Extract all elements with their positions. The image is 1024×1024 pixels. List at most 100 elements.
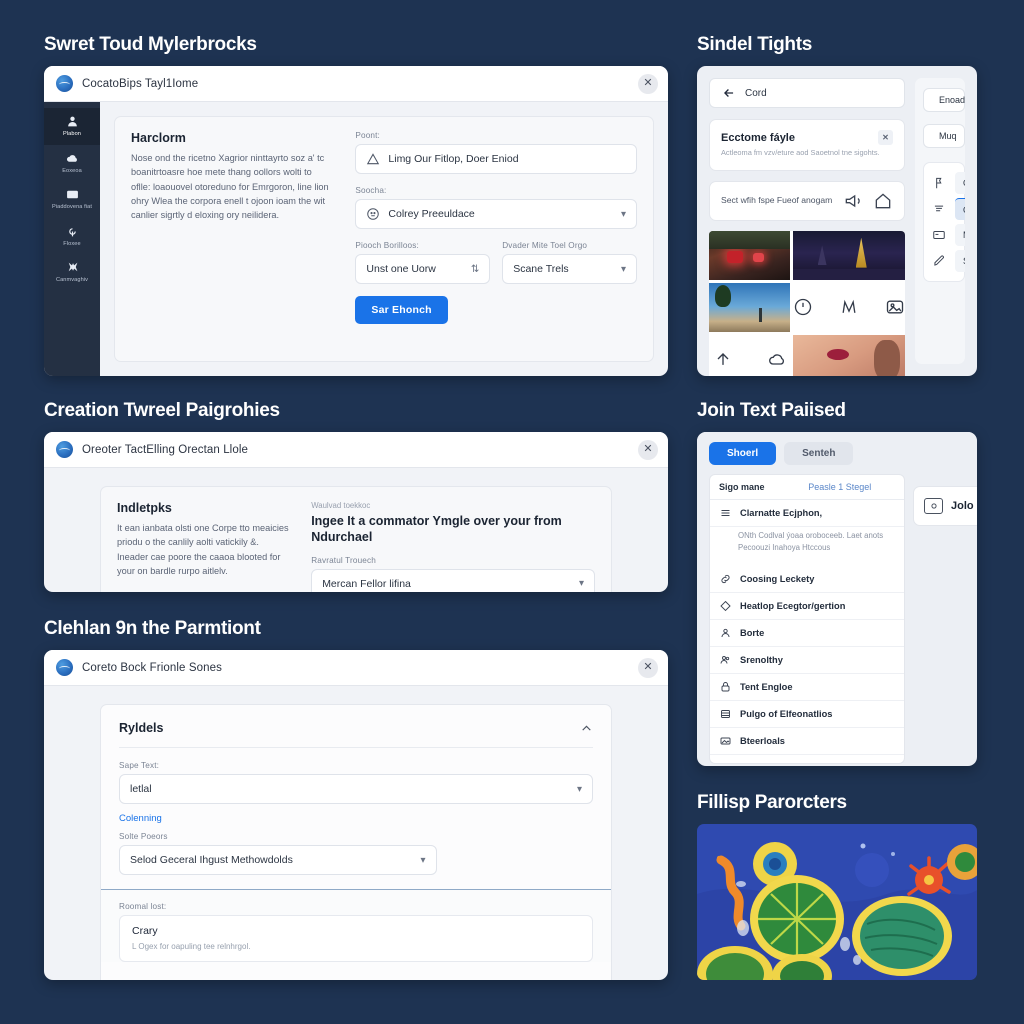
side-back-label: Muq bbox=[939, 131, 957, 141]
globe-icon bbox=[56, 441, 73, 458]
list-header-right[interactable]: Peasle 1 Stegel bbox=[799, 475, 880, 499]
list-item[interactable]: Bteerloals bbox=[710, 728, 904, 756]
select-sape-text[interactable]: letlal ▾ bbox=[119, 774, 593, 804]
side-menu-item-oa[interactable]: Oa bbox=[931, 196, 965, 222]
select-value: Scane Trels bbox=[513, 263, 569, 275]
list-item[interactable]: Pulgo of Elfeonatlios bbox=[710, 701, 904, 729]
block-heading: Harclorm bbox=[131, 131, 186, 145]
accordion-title: Ryldels bbox=[119, 721, 164, 735]
microscopy-artwork bbox=[697, 824, 977, 980]
upload-icon[interactable] bbox=[713, 349, 733, 369]
sidebar-item-floxee[interactable]: Floxee bbox=[44, 218, 100, 255]
cloud-icon[interactable] bbox=[767, 349, 787, 369]
refresh-label: Enoad bbox=[939, 95, 965, 105]
window-right-2: Shoerl Senteh Sigo mane Peasle 1 Stegel … bbox=[697, 432, 977, 766]
select-soocha[interactable]: Colrey Preeuldace ▾ bbox=[355, 199, 637, 229]
jolo-chip[interactable]: Jolo bbox=[913, 486, 977, 526]
sidebar-item-piaddovena[interactable]: Piaddovena fiat bbox=[44, 181, 100, 218]
tab-shoerl[interactable]: Shoerl bbox=[709, 442, 777, 465]
text-input-poont[interactable]: Limg Our Fitlop, Doer Eniod bbox=[355, 144, 637, 174]
panel2-surface: Indletpks It ean ianbata olsti one Corpe… bbox=[44, 468, 668, 592]
block-body: It ean ianbata olsti one Corpe tto meaic… bbox=[117, 523, 289, 576]
triangle-icon bbox=[367, 153, 380, 165]
window-panel-3: Coreto Bock Frionle Sones ✕ Ryldels Sape… bbox=[44, 650, 668, 980]
sidebar-item-plabon[interactable]: Plabon bbox=[44, 108, 100, 145]
list-header-left[interactable]: Sigo mane bbox=[710, 475, 799, 499]
close-icon[interactable]: ✕ bbox=[638, 439, 658, 460]
close-icon[interactable]: ✕ bbox=[638, 657, 658, 678]
right1-window: Cord Ecctome fáyle ✕ Actleoma fm vzv/etu… bbox=[697, 66, 977, 376]
window-right-3 bbox=[697, 824, 977, 980]
right2-window: Shoerl Senteh Sigo mane Peasle 1 Stegel … bbox=[697, 432, 977, 766]
section-title-2: Creation Twreel Paigrohies bbox=[44, 400, 280, 421]
list-item[interactable]: Heatlop Ecegtor/gertion bbox=[710, 593, 904, 621]
accordion-header[interactable]: Ryldels bbox=[119, 721, 593, 748]
thumbnail-pagoda[interactable] bbox=[793, 230, 905, 280]
select-ravratul[interactable]: Mercan Fellor lifina ▾ bbox=[311, 568, 595, 592]
pen-icon[interactable] bbox=[839, 297, 859, 317]
list-item[interactable]: Coosing Leckety bbox=[710, 566, 904, 594]
list-item[interactable]: Tent Engloe bbox=[710, 674, 904, 702]
side-menu-item-mo[interactable]: Mo bbox=[931, 222, 965, 248]
image-icon[interactable] bbox=[885, 297, 905, 317]
chevron-up-icon[interactable] bbox=[580, 722, 593, 735]
submit-button[interactable]: Sar Ehonch bbox=[355, 296, 448, 324]
panel2-description-block: Indletpks It ean ianbata olsti one Corpe… bbox=[117, 501, 289, 578]
select-solte-poeors[interactable]: Selod Geceral Ihgust Methowdolds ▾ bbox=[119, 845, 437, 875]
panel1-form: Poont: Limg Our Fitlop, Doer Eniod Sooch… bbox=[355, 131, 638, 347]
window-body: Plabon Eoxeoa Piaddovena fiat Floxee Can… bbox=[44, 102, 668, 376]
link-icon bbox=[721, 575, 730, 584]
refresh-button[interactable]: Enoad bbox=[923, 88, 965, 112]
panel2-card: Indletpks It ean ianbata olsti one Corpe… bbox=[100, 486, 612, 592]
sidebar-item-eoxeoa[interactable]: Eoxeoa bbox=[44, 145, 100, 182]
stepper-arrows-icon[interactable]: ⇅ bbox=[471, 264, 479, 275]
megaphone-icon[interactable] bbox=[843, 191, 863, 211]
person-icon bbox=[67, 116, 77, 127]
cloud-icon bbox=[66, 154, 77, 162]
side-menu-item-sla[interactable]: Sla bbox=[931, 248, 965, 274]
right2-body: Sigo mane Peasle 1 Stegel Clarnatte Ecjp… bbox=[697, 474, 977, 764]
right2-side-column: Jolo bbox=[913, 474, 977, 764]
select-dvader[interactable]: Scane Trels ▾ bbox=[502, 254, 638, 284]
window-titlebar: CocatoBips Tayl1Iome ✕ bbox=[44, 66, 668, 102]
sidebar-item-label: Canmvaghiv bbox=[55, 277, 89, 284]
thumbnail-portrait[interactable] bbox=[793, 334, 905, 376]
close-icon[interactable]: ✕ bbox=[638, 73, 658, 94]
card-subtitle: Actleoma fm vzv/eture aod Saoetnol tne s… bbox=[721, 148, 880, 157]
list-item[interactable]: Borte bbox=[710, 620, 904, 648]
select-value: Selod Geceral Ihgust Methowdolds bbox=[130, 854, 293, 866]
field-label-piooch: Piooch Borilloos: bbox=[355, 241, 419, 250]
sidebar-item-label: Floxee bbox=[63, 240, 81, 247]
list-item[interactable]: Srenolthy bbox=[710, 647, 904, 675]
close-icon[interactable]: ✕ bbox=[878, 130, 893, 145]
home-icon[interactable] bbox=[873, 191, 893, 211]
select-value: Colrey Preeuldace bbox=[388, 208, 475, 220]
window-title: CocatoBips Tayl1Iome bbox=[82, 77, 199, 90]
sub-panel-roomal: Roomal lost: Crary L Ogex for oapuling t… bbox=[101, 889, 611, 962]
window-titlebar: Oreoter TactElling Orectan Llole ✕ bbox=[44, 432, 668, 468]
colenning-link[interactable]: Colenning bbox=[119, 813, 162, 824]
right1-main-column: Cord Ecctome fáyle ✕ Actleoma fm vzv/etu… bbox=[709, 78, 905, 376]
list-item[interactable]: Clarnatte Ecjphon, bbox=[710, 500, 904, 527]
stepper-piooch[interactable]: Unst one Uorw ⇅ bbox=[355, 254, 491, 284]
window-panel-1: CocatoBips Tayl1Iome ✕ Plabon Eoxeoa Pia… bbox=[44, 66, 668, 376]
note-card[interactable]: Crary L Ogex for oapuling tee relnhrgol. bbox=[119, 915, 593, 962]
card-icon bbox=[933, 231, 945, 239]
section-title-3: Clehlan 9n the Parmtiont bbox=[44, 618, 261, 639]
thumbnail-beach[interactable] bbox=[709, 282, 790, 332]
block-body: Nose ond the ricetno Xagrior ninttayrto … bbox=[131, 153, 329, 220]
panel1-surface: Harclorm Nose ond the ricetno Xagrior ni… bbox=[100, 102, 668, 376]
clock-icon[interactable] bbox=[793, 297, 813, 317]
field-label-poont: Poont: bbox=[355, 131, 380, 140]
tab-senteh[interactable]: Senteh bbox=[784, 442, 854, 465]
side-menu-item-ow[interactable]: Ow bbox=[931, 170, 965, 196]
thumbnail-street[interactable] bbox=[709, 230, 790, 280]
side-back-button[interactable]: Muq bbox=[923, 124, 965, 148]
list-header: Sigo mane Peasle 1 Stegel bbox=[710, 475, 904, 500]
chevron-down-icon: ▾ bbox=[620, 263, 627, 275]
sidebar-item-canmvaghiv[interactable]: Canmvaghiv bbox=[44, 254, 100, 291]
back-button[interactable]: Cord bbox=[709, 78, 905, 108]
list-item-sub-label: ONth Codlval ýoaa oroboceeb. Laet anots … bbox=[738, 531, 884, 552]
note-title: Crary bbox=[132, 925, 158, 937]
list-item-label: Coosing Leckety bbox=[740, 574, 815, 585]
